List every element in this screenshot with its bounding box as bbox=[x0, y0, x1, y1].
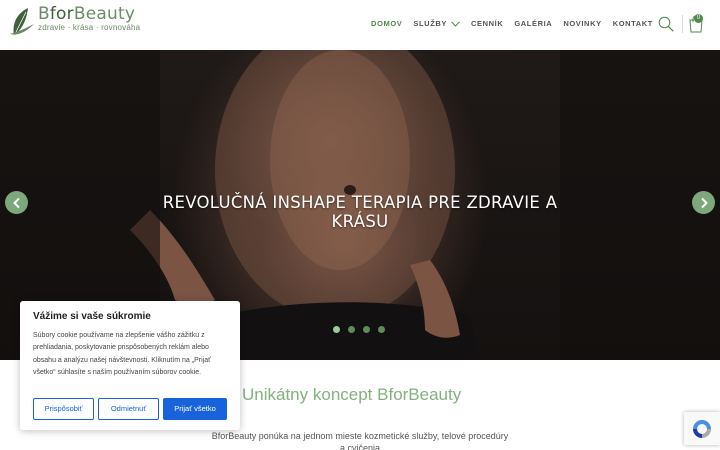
page: BforBeauty zdravie · krása · rovnováha D… bbox=[0, 0, 720, 450]
cookie-consent-banner: Vážime si vaše súkromie Súbory cookie po… bbox=[20, 301, 240, 430]
cookie-customize-button[interactable]: Prispôsobiť bbox=[33, 398, 94, 420]
brand-tagline: zdravie · krása · rovnováha bbox=[38, 23, 141, 32]
slider-dot[interactable] bbox=[363, 326, 370, 333]
slider-next-button[interactable] bbox=[692, 191, 715, 214]
slider-prev-button[interactable] bbox=[5, 191, 28, 214]
chevron-down-icon bbox=[451, 20, 460, 27]
arrow-left-icon bbox=[12, 197, 20, 208]
slider-dot[interactable] bbox=[378, 326, 385, 333]
slider-pagination bbox=[333, 326, 393, 333]
main-nav: DOMOV SLUŽBY CENNÍK GALÉRIA NOVINKY KONT… bbox=[360, 19, 653, 28]
hero-title: REVOLUČNÁ INSHAPE TERAPIA PRE ZDRAVIE A … bbox=[162, 193, 558, 231]
search-icon[interactable] bbox=[658, 16, 674, 32]
slider-dot[interactable] bbox=[348, 326, 355, 333]
nav-item-label: SLUŽBY bbox=[413, 19, 447, 28]
arrow-right-icon bbox=[700, 197, 708, 208]
nav-item-kontakt[interactable]: KONTAKT bbox=[613, 19, 653, 28]
recaptcha-icon bbox=[693, 419, 711, 438]
nav-divider bbox=[682, 15, 683, 33]
section-title: Unikátny koncept BforBeauty bbox=[242, 385, 462, 404]
brand-name: BforBeauty bbox=[38, 4, 136, 24]
recaptcha-badge[interactable] bbox=[684, 412, 720, 445]
leaf-logo-icon bbox=[10, 8, 34, 37]
section-text: BforBeauty ponúka na jednom mieste kozme… bbox=[211, 431, 509, 450]
cookie-accept-all-button[interactable]: Prijať všetko bbox=[163, 398, 227, 420]
nav-item-domov[interactable]: DOMOV bbox=[371, 19, 402, 28]
cart-count-badge: 0 bbox=[694, 14, 703, 23]
site-header: BforBeauty zdravie · krása · rovnováha D… bbox=[0, 0, 720, 50]
cookie-reject-button[interactable]: Odmietnuť bbox=[98, 398, 159, 420]
cookie-text: Súbory cookie používame na zlepšenie váš… bbox=[33, 332, 211, 376]
nav-item-sluzby[interactable]: SLUŽBY bbox=[413, 19, 460, 28]
cookie-title: Vážime si vaše súkromie bbox=[33, 311, 151, 322]
site-logo[interactable]: BforBeauty zdravie · krása · rovnováha bbox=[8, 6, 140, 40]
nav-item-galeria[interactable]: GALÉRIA bbox=[514, 19, 552, 28]
nav-item-novinky[interactable]: NOVINKY bbox=[563, 19, 601, 28]
slider-dot[interactable] bbox=[333, 326, 340, 333]
nav-item-cennik[interactable]: CENNÍK bbox=[471, 19, 503, 28]
